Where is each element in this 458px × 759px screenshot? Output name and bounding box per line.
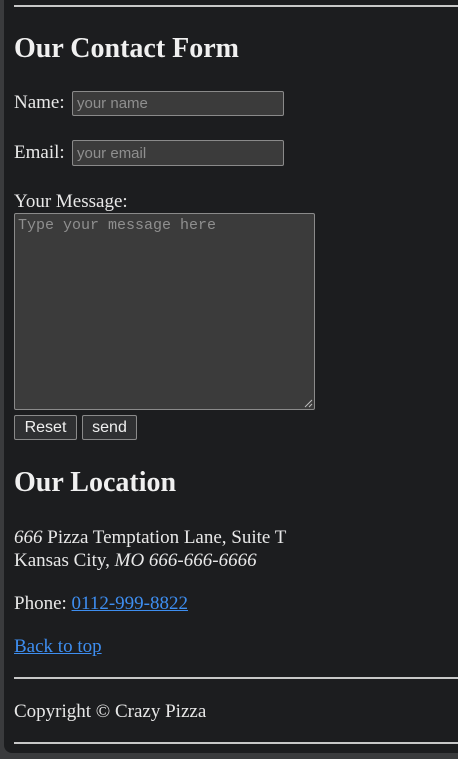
name-input[interactable]	[72, 91, 284, 116]
message-label: Your Message:	[14, 191, 128, 212]
street-number: 666	[14, 527, 43, 548]
street-name: Pizza Temptation Lane, Suite T	[42, 527, 287, 548]
city: Kansas City,	[14, 550, 115, 571]
top-divider	[14, 5, 458, 7]
resize-handle-icon[interactable]	[304, 399, 313, 408]
phone-label: Phone:	[14, 593, 72, 614]
phone-line: Phone: 0112-999-8822	[14, 592, 188, 615]
contact-form-heading: Our Contact Form	[14, 33, 239, 64]
address-line-1: 666 Pizza Temptation Lane, Suite T	[14, 526, 286, 549]
footer-divider-bottom	[14, 742, 458, 744]
copyright-text: Copyright © Crazy Pizza	[14, 701, 207, 722]
reset-button[interactable]: Reset	[14, 415, 77, 440]
footer-divider-top	[14, 677, 458, 679]
message-textarea[interactable]	[14, 213, 315, 410]
send-button[interactable]: send	[82, 415, 137, 440]
email-label: Email:	[14, 142, 65, 163]
email-input[interactable]	[72, 140, 284, 166]
state-zip: MO 666-666-6666	[114, 550, 257, 571]
name-label: Name:	[14, 92, 65, 113]
back-to-top-link[interactable]: Back to top	[14, 636, 102, 657]
address-block: 666 Pizza Temptation Lane, Suite T Kansa…	[14, 526, 286, 572]
page-content: Our Contact Form Name: Email: Your Messa…	[4, 0, 458, 753]
phone-link[interactable]: 0112-999-8822	[72, 593, 188, 614]
address-line-2: Kansas City, MO 666-666-6666	[14, 549, 286, 572]
location-heading: Our Location	[14, 467, 177, 498]
back-to-top-line: Back to top	[14, 635, 102, 658]
